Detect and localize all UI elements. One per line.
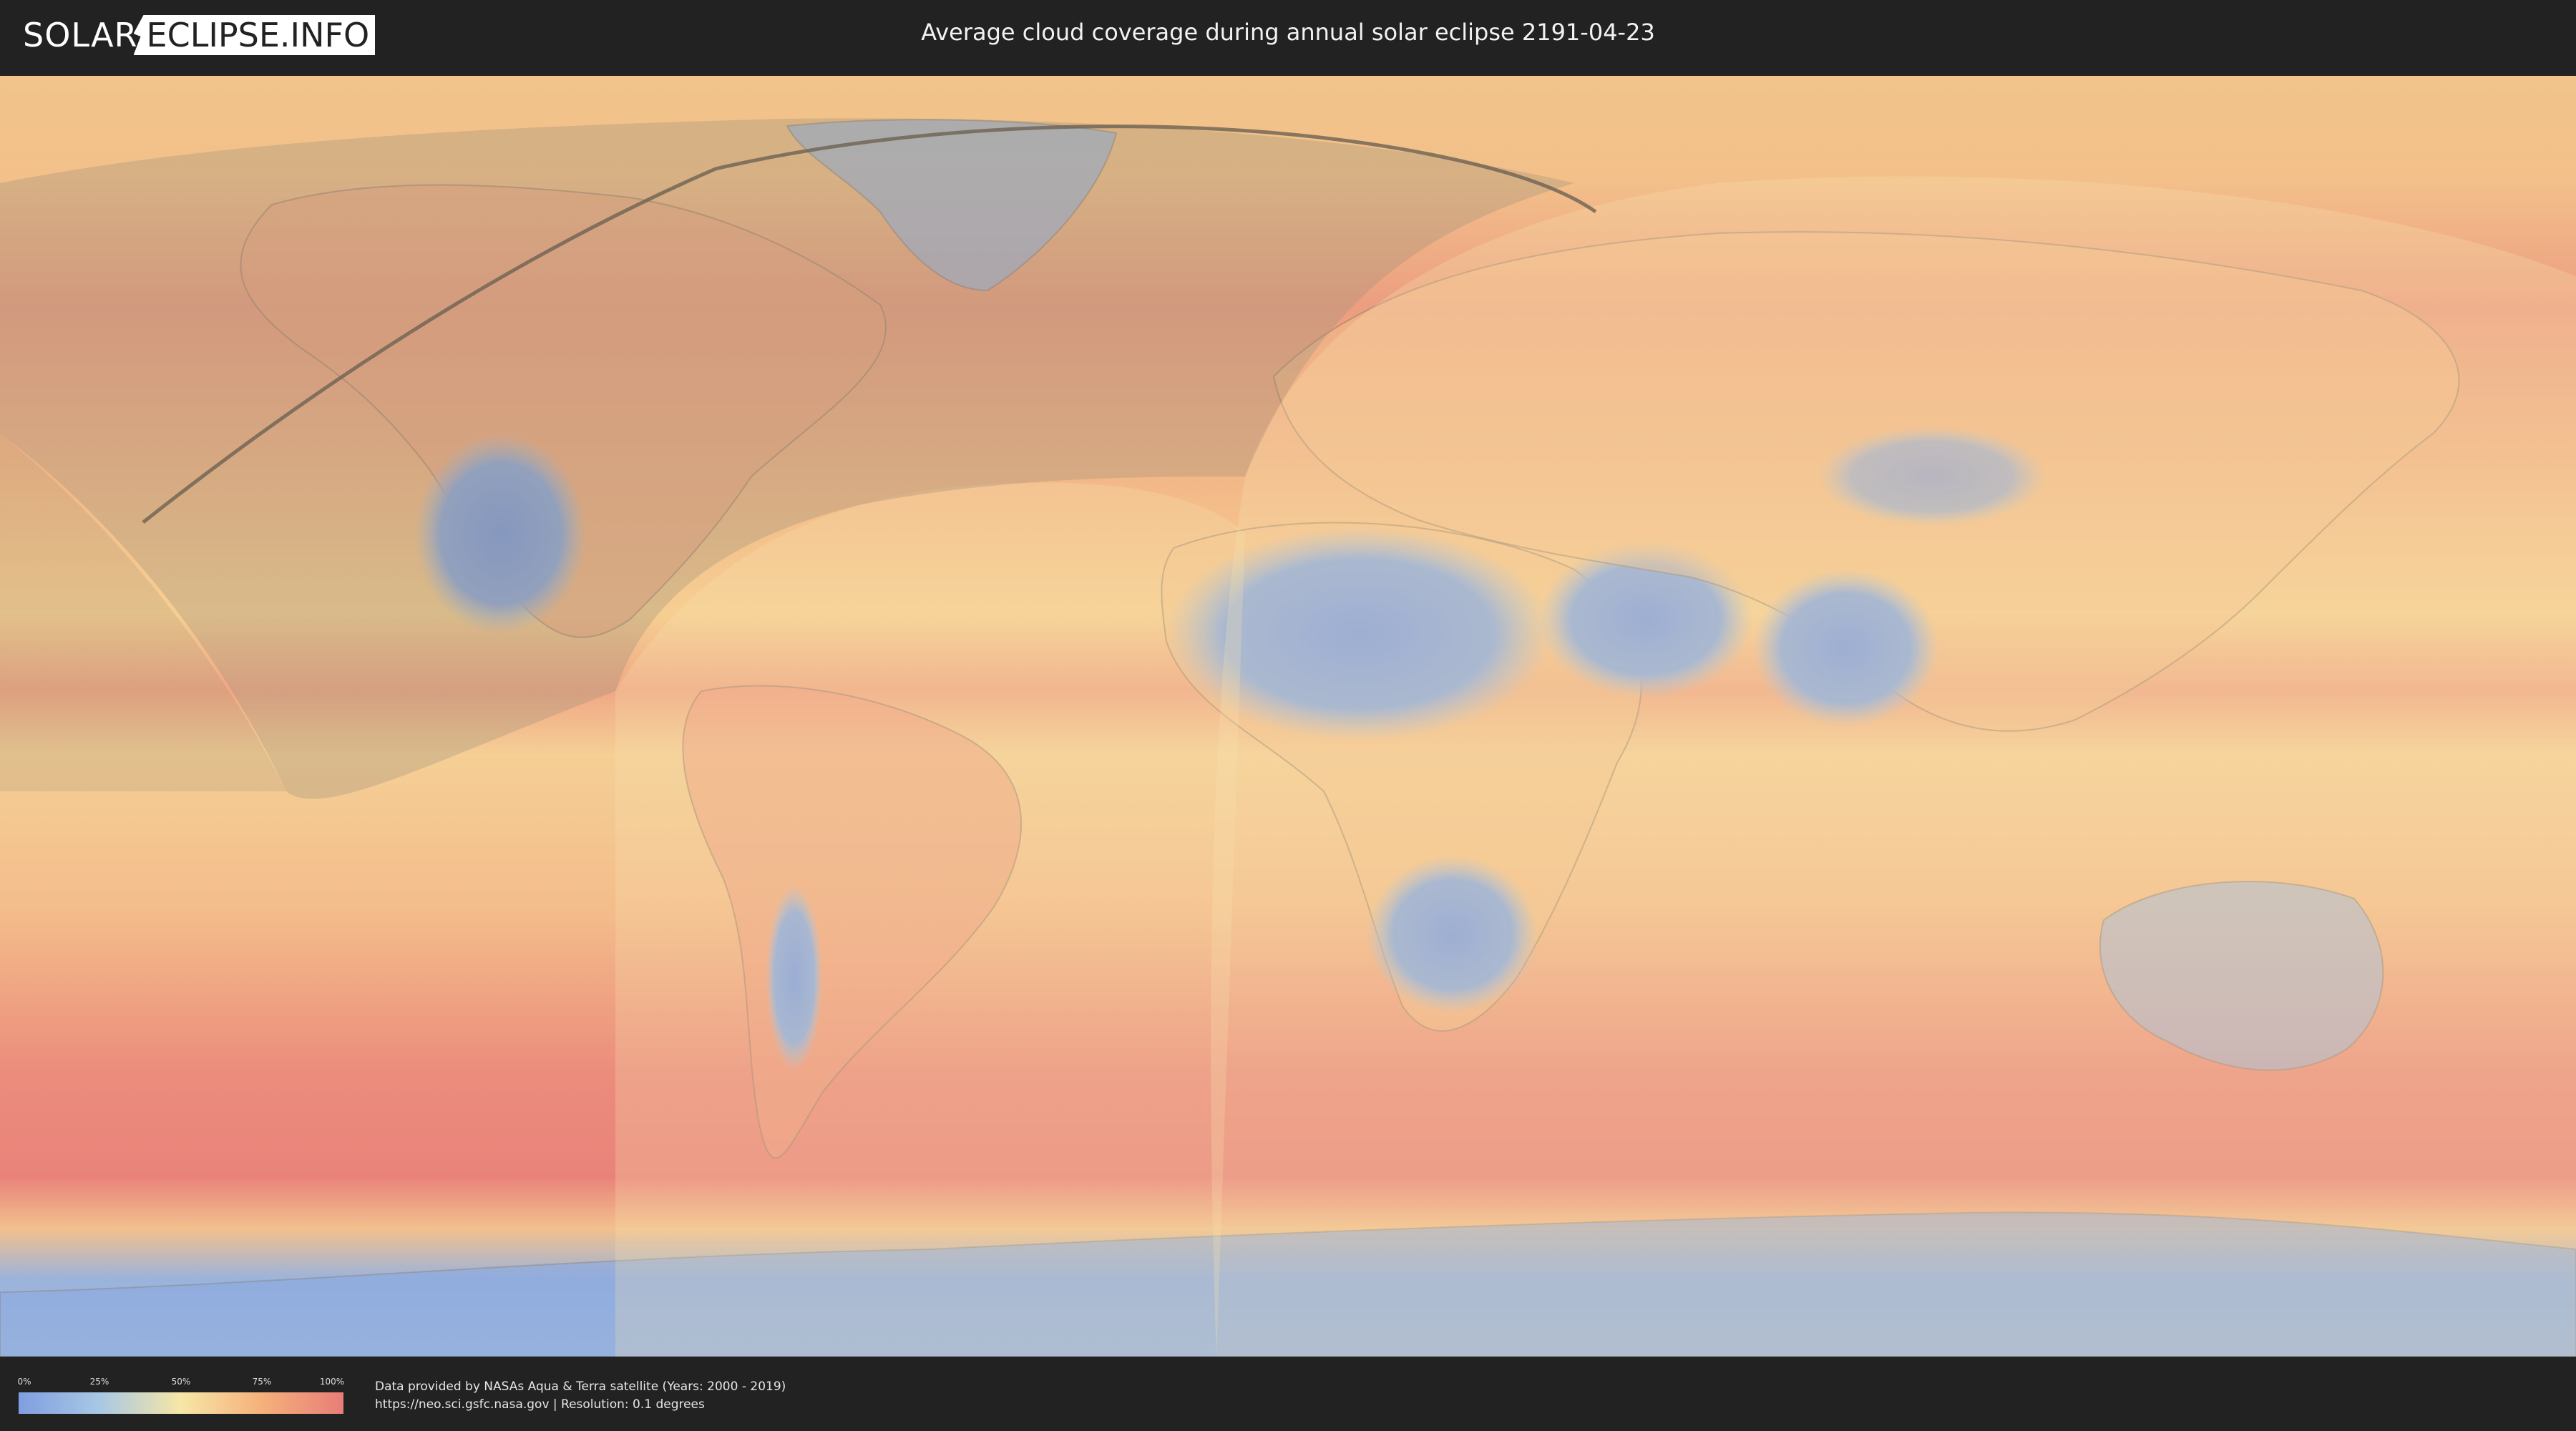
- legend-tick-100: 100%: [319, 1377, 345, 1387]
- eclipse-penumbra-east: [1211, 176, 2576, 1357]
- credits-source: Data provided by NASAs Aqua & Terra sate…: [375, 1379, 786, 1394]
- legend-tick-50: 50%: [171, 1377, 191, 1387]
- header-bar: SOLAR ECLIPSE.INFO Average cloud coverag…: [0, 0, 2576, 70]
- data-credits: Data provided by NASAs Aqua & Terra sate…: [375, 1378, 786, 1414]
- eclipse-penumbra-west: [615, 482, 1245, 1357]
- legend-tick-0: 0%: [17, 1377, 31, 1387]
- legend-color-bar: [19, 1392, 343, 1414]
- legend-tick-75: 75%: [252, 1377, 272, 1387]
- cloud-coverage-map[interactable]: [0, 76, 2576, 1357]
- page-title: Average cloud coverage during annual sol…: [921, 19, 1655, 46]
- credits-url[interactable]: https://neo.sci.gsfc.nasa.gov | Resoluti…: [375, 1396, 786, 1414]
- legend-tick-25: 25%: [89, 1377, 109, 1387]
